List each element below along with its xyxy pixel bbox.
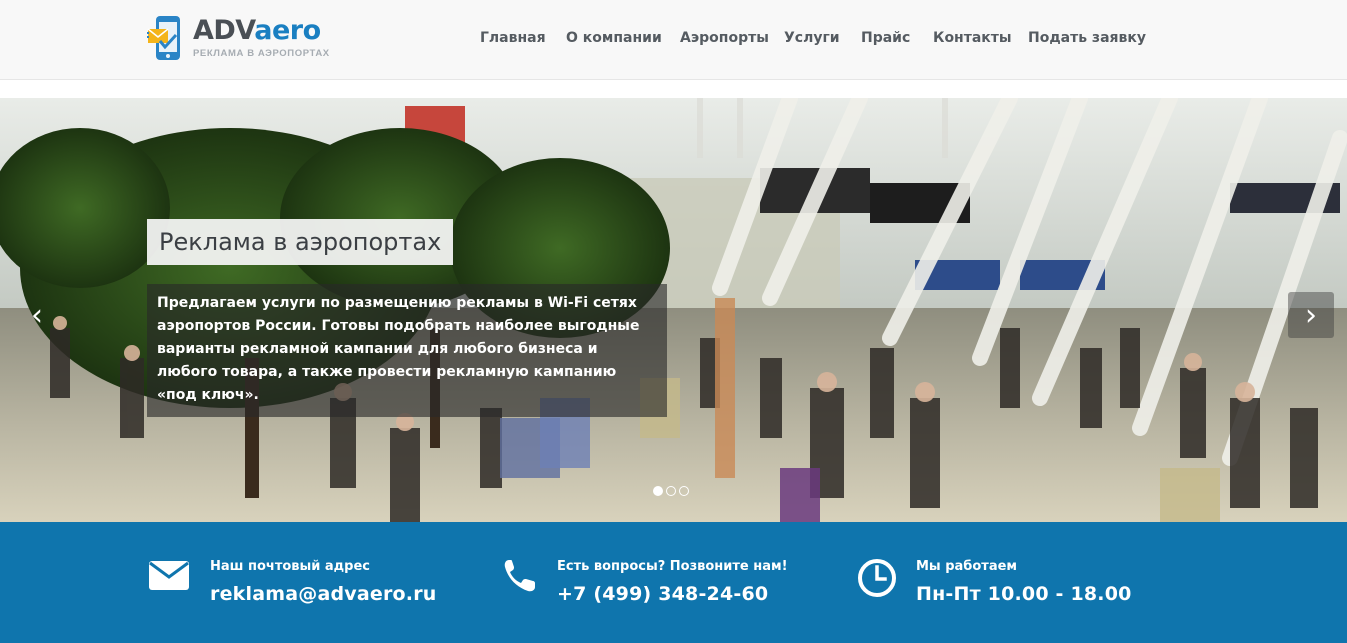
email-link[interactable]: reklama@advaero.ru [210, 583, 437, 605]
phone-icon [498, 558, 542, 598]
hours-block: Мы работаем Пн-Пт 10.00 - 18.00 [855, 558, 1132, 605]
nav-item-about[interactable]: О компании [566, 30, 662, 46]
chevron-right-icon: › [1305, 297, 1317, 333]
nav-item-airports[interactable]: Аэропорты [680, 30, 769, 46]
slider-pagination [653, 486, 689, 496]
slider-dot-1[interactable] [653, 486, 663, 496]
email-block: Наш почтовый адрес reklama@advaero.ru [147, 558, 437, 605]
hero-slider: ‹ › Реклама в аэропортах Предлагаем услу… [0, 98, 1347, 522]
hero-description: Предлагаем услуги по размещению рекламы … [147, 284, 667, 417]
nav-item-prices[interactable]: Прайс [861, 30, 910, 46]
main-nav: Главная О компании Аэропорты Услуги Прай… [0, 0, 1347, 78]
slider-dot-3[interactable] [679, 486, 689, 496]
nav-item-home[interactable]: Главная [480, 30, 546, 46]
hours-label: Мы работаем [916, 559, 1018, 574]
clock-icon [855, 558, 899, 598]
nav-item-contacts[interactable]: Контакты [933, 30, 1012, 46]
nav-item-services[interactable]: Услуги [784, 30, 840, 46]
slider-next-button[interactable]: › [1288, 292, 1334, 338]
site-header: ADVaero РЕКЛАМА В АЭРОПОРТАХ Главная О к… [0, 0, 1347, 80]
slider-dot-2[interactable] [666, 486, 676, 496]
slider-prev-button[interactable]: ‹ [14, 292, 60, 338]
contact-info-bar: Наш почтовый адрес reklama@advaero.ru Ес… [0, 522, 1347, 643]
email-label: Наш почтовый адрес [210, 559, 371, 574]
chevron-left-icon: ‹ [31, 297, 43, 333]
phone-label: Есть вопросы? Позвоните нам! [557, 559, 788, 574]
phone-block: Есть вопросы? Позвоните нам! +7 (499) 34… [498, 558, 788, 605]
envelope-icon [147, 558, 191, 598]
nav-item-submit-request[interactable]: Подать заявку [1028, 30, 1146, 46]
phone-link[interactable]: +7 (499) 348-24-60 [557, 583, 788, 605]
hours-value: Пн-Пт 10.00 - 18.00 [916, 583, 1132, 605]
hero-title: Реклама в аэропортах [147, 219, 454, 265]
